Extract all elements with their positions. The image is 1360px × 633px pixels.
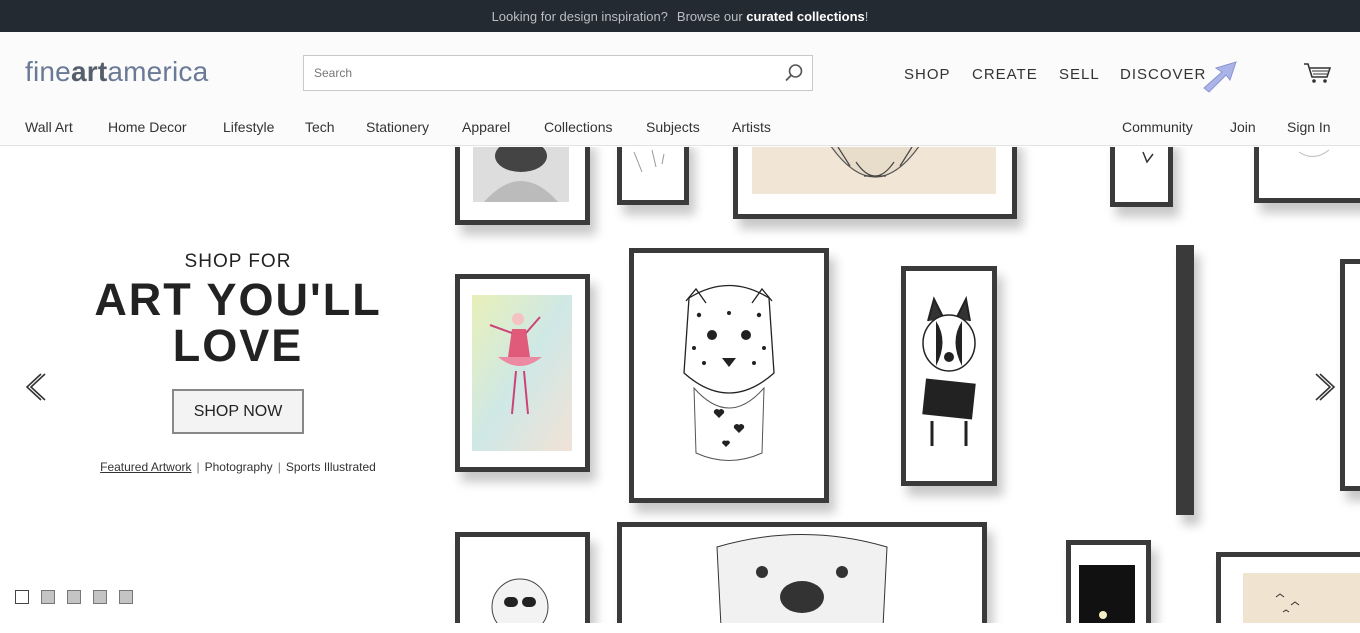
slide-dot-1[interactable] <box>15 590 29 604</box>
subnav-collections[interactable]: Collections <box>544 119 612 135</box>
slide-dot-4[interactable] <box>93 590 107 604</box>
hero-headline: ART YOU'LL LOVE <box>0 277 476 369</box>
subnav-tech[interactable]: Tech <box>305 119 335 135</box>
photography-link[interactable]: Photography <box>205 460 273 474</box>
shop-now-button[interactable]: SHOP NOW <box>172 389 304 434</box>
frame-sketch-right[interactable] <box>1110 147 1173 207</box>
chevron-left-icon[interactable] <box>25 372 49 402</box>
portrait-art <box>473 147 569 202</box>
link-separator: | <box>196 460 200 474</box>
search-icon[interactable] <box>784 63 804 83</box>
hero-carousel: SHOP FOR ART YOU'LL LOVE SHOP NOW Featur… <box>0 147 1360 623</box>
polar-bear-art <box>491 578 549 623</box>
frame-polar-bear[interactable] <box>455 532 590 623</box>
subnav-community[interactable]: Community <box>1122 119 1193 135</box>
curated-collections-link[interactable]: curated collections <box>746 9 864 24</box>
nav-sell[interactable]: SELL <box>1059 66 1100 83</box>
sketch-art <box>1298 149 1330 157</box>
announcement-text: Looking for design inspiration? <box>491 8 668 24</box>
chevron-right-icon[interactable] <box>1312 372 1336 402</box>
slide-dot-3[interactable] <box>67 590 81 604</box>
hero-text-panel: SHOP FOR ART YOU'LL LOVE SHOP NOW Featur… <box>0 147 460 623</box>
english-bulldog-art <box>716 534 888 623</box>
nav-shop[interactable]: SHOP <box>904 66 951 83</box>
frame-portrait[interactable] <box>455 147 590 225</box>
subnav-stationery[interactable]: Stationery <box>366 119 429 135</box>
sports-illustrated-link[interactable]: Sports Illustrated <box>286 460 376 474</box>
subnav-subjects[interactable]: Subjects <box>646 119 700 135</box>
sketch-art <box>633 149 665 173</box>
site-logo[interactable]: fineartamerica <box>25 56 208 88</box>
frame-top-right[interactable] <box>1254 147 1360 203</box>
subnav-lifestyle[interactable]: Lifestyle <box>223 119 274 135</box>
subnav-join[interactable]: Join <box>1230 119 1256 135</box>
pointer-arrow-icon <box>1203 61 1237 93</box>
frame-birds[interactable] <box>1216 552 1360 623</box>
logo-text-america: america <box>107 56 209 87</box>
announcement-suffix: ! <box>864 8 869 24</box>
slide-dot-2[interactable] <box>41 590 55 604</box>
dark-art <box>1079 565 1135 623</box>
frame-leopard[interactable] <box>629 248 829 503</box>
hero-links: Featured Artwork | Photography | Sports Illu… <box>0 460 476 474</box>
frame-bulldog-sign[interactable] <box>901 266 997 486</box>
search-box <box>303 55 813 91</box>
site-header: fineartamerica SHOP CREATE SELL DISCOVER… <box>0 32 1360 146</box>
slide-dot-5[interactable] <box>119 590 133 604</box>
subnav-artists[interactable]: Artists <box>732 119 771 135</box>
frame-edge[interactable] <box>1176 245 1194 515</box>
announcement-bar: Looking for design inspiration? Browse o… <box>0 0 1360 32</box>
french-bulldog-art <box>922 295 976 446</box>
search-input[interactable] <box>304 56 774 90</box>
featured-artwork-link[interactable]: Featured Artwork <box>100 460 191 474</box>
logo-text-fine: fine <box>25 56 71 87</box>
leopard-art <box>683 284 775 461</box>
frame-right-edge[interactable] <box>1340 259 1360 491</box>
logo-text-art: art <box>70 56 108 87</box>
subnav-sign-in[interactable]: Sign In <box>1287 119 1331 135</box>
subnav-home-decor[interactable]: Home Decor <box>108 119 187 135</box>
frame-lion[interactable] <box>733 147 1017 219</box>
subnav-apparel[interactable]: Apparel <box>462 119 510 135</box>
link-separator: | <box>277 460 281 474</box>
frame-english-bulldog[interactable] <box>617 522 987 623</box>
hero-headline-line2: LOVE <box>172 320 304 371</box>
frame-dark-art[interactable] <box>1066 540 1151 623</box>
lion-art <box>752 147 996 194</box>
ballerina-art <box>472 295 572 451</box>
nav-discover[interactable]: DISCOVER <box>1120 66 1206 83</box>
announcement-prefix: Browse our <box>676 8 743 24</box>
sketch-art <box>1142 151 1154 164</box>
hero-headline-line1: ART YOU'LL <box>94 274 382 325</box>
hero-kicker: SHOP FOR <box>184 251 292 272</box>
slide-indicators <box>15 590 133 604</box>
subnav-wall-art[interactable]: Wall Art <box>25 119 73 135</box>
frame-sketch-small[interactable] <box>617 147 689 205</box>
birds-art <box>1243 573 1360 623</box>
cart-icon[interactable] <box>1303 62 1331 84</box>
nav-create[interactable]: CREATE <box>972 66 1038 83</box>
